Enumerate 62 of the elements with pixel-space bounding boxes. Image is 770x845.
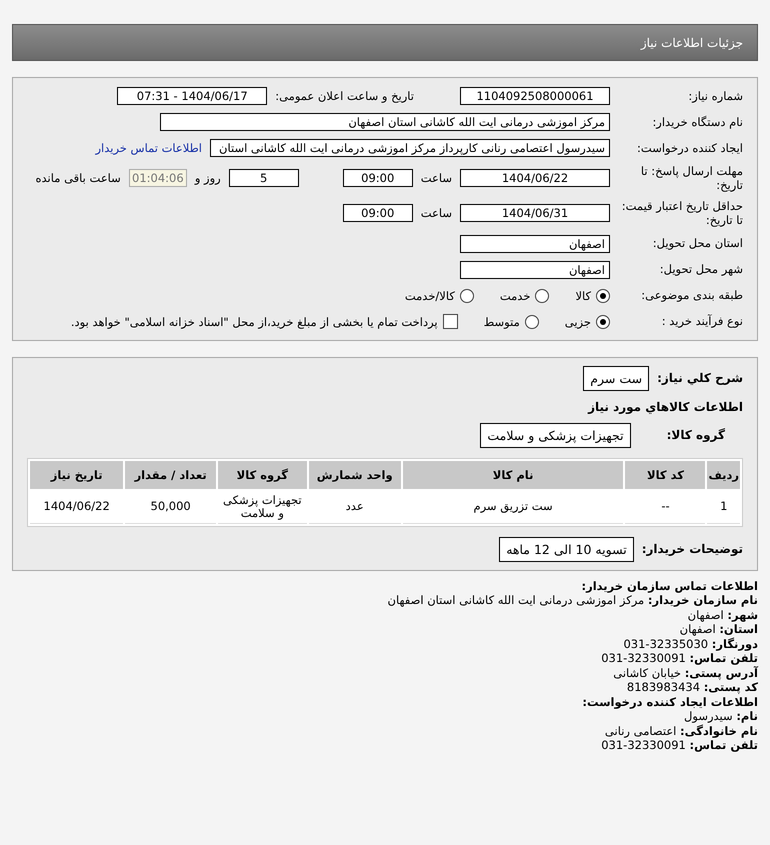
- field-label: حداقل تاریخ اعتبار قیمت: تا تاریخ:: [620, 198, 743, 228]
- field-label: گروه کالا:: [666, 428, 725, 442]
- column-header: کد کالا: [625, 460, 706, 488]
- option-label: جزیی: [564, 314, 591, 328]
- field-label: ساعت باقی مانده: [36, 171, 121, 186]
- option-label: کالا/خدمت: [404, 288, 455, 302]
- page-header: جزئیات اطلاعات نیاز: [12, 24, 758, 61]
- field-label: مهلت ارسال پاسخ: تا تاریخ:: [640, 164, 743, 193]
- field-label: توضیحات خریدار:: [642, 542, 743, 556]
- field-label: ایجاد کننده درخواست:: [636, 140, 743, 156]
- column-header: نام کالا: [402, 460, 624, 488]
- radio-button[interactable]: [596, 288, 610, 302]
- radio-button[interactable]: [460, 288, 474, 302]
- field-label: استان محل تحویل:: [652, 236, 743, 251]
- province-field[interactable]: اصفهان: [460, 234, 610, 252]
- radio-button[interactable]: [524, 314, 539, 328]
- buyer-notes-field: تسویه 10 الی 12 ماهه: [499, 536, 634, 562]
- column-header: واحد شمارش: [308, 460, 401, 488]
- deadline-date-field[interactable]: 1404/06/22: [460, 169, 610, 188]
- field-label: ساعت: [420, 206, 452, 220]
- contact-line: نام: سیدرسول: [684, 709, 758, 724]
- field-label: شرح کلي نياز:: [657, 371, 743, 385]
- option-label: کالا: [575, 288, 591, 302]
- city-field[interactable]: اصفهان: [460, 260, 610, 278]
- goods-group-field: تجهیزات پزشکی و سلامت: [480, 422, 631, 448]
- checkbox[interactable]: [442, 314, 458, 329]
- field-label: طبقه بندی موضوعی:: [640, 288, 743, 303]
- contact-heading: اطلاعات تماس سازمان خریدار:: [581, 578, 758, 593]
- remaining-time-field: 01:04:06: [128, 169, 187, 188]
- field-label: ساعت: [420, 171, 452, 186]
- column-header: تاریخ نیاز: [30, 460, 124, 488]
- field-label: شماره نیاز:: [687, 88, 743, 104]
- contact-line: استان: اصفهان: [680, 622, 758, 636]
- creator-field[interactable]: سیدرسول اعتصامی رنانی کارپرداز مرکز اموزشی درمانی ایت الله کاشانی استان: [210, 139, 610, 157]
- section-title: اطلاعات كالاهاي مورد نياز: [588, 400, 743, 414]
- buyer-contact-link[interactable]: اطلاعات تماس خریدار: [95, 141, 202, 155]
- field-label: روز و: [194, 171, 221, 186]
- radio-button[interactable]: [535, 288, 550, 302]
- deadline-time-field[interactable]: 09:00: [342, 169, 413, 188]
- validity-time-field[interactable]: 09:00: [342, 204, 413, 222]
- contact-heading: اطلاعات ایجاد کننده درخواست:: [582, 694, 758, 709]
- field-label: نام دستگاه خریدار:: [651, 114, 743, 130]
- field-label: تاریخ و ساعت اعلان عمومی:: [275, 89, 414, 103]
- buyer-name-field[interactable]: مرکز اموزشی درمانی ایت الله کاشانی استان اصفهان: [160, 113, 610, 131]
- field-label: نوع فرآیند خرید :: [660, 314, 743, 329]
- column-header: تعداد / مقدار: [125, 460, 216, 488]
- contact-line: نام خانوادگی: اعتصامی رنانی: [604, 724, 758, 738]
- summary-field: ست سرم: [583, 366, 650, 390]
- option-label: متوسط: [484, 314, 520, 328]
- checkbox-label: پرداخت تمام یا بخشی از مبلغ خرید،از محل "اسناد خزانه اسلامی" خواهد بود.: [70, 314, 438, 328]
- radio-button[interactable]: [596, 314, 610, 328]
- validity-date-field[interactable]: 1404/06/31: [460, 204, 610, 222]
- days-field[interactable]: 5: [228, 169, 299, 188]
- option-label: خدمت: [500, 288, 530, 302]
- need-number-field[interactable]: 1104092508000061: [460, 87, 610, 105]
- contact-line: آدرس پستی: خیابان کاشانی: [613, 666, 758, 680]
- announce-date-field[interactable]: 1404/06/17 - 07:31: [117, 87, 268, 105]
- field-label: شهر محل تحویل:: [658, 262, 743, 277]
- column-header: ردیف: [707, 460, 740, 488]
- contact-line: نام سازمان خریدار: مرکز اموزشی درمانی ایت الله کاشانی استان اصفهان: [388, 593, 758, 608]
- column-header: گروه کالا: [218, 460, 307, 488]
- contact-line: شهر: اصفهان: [688, 608, 758, 622]
